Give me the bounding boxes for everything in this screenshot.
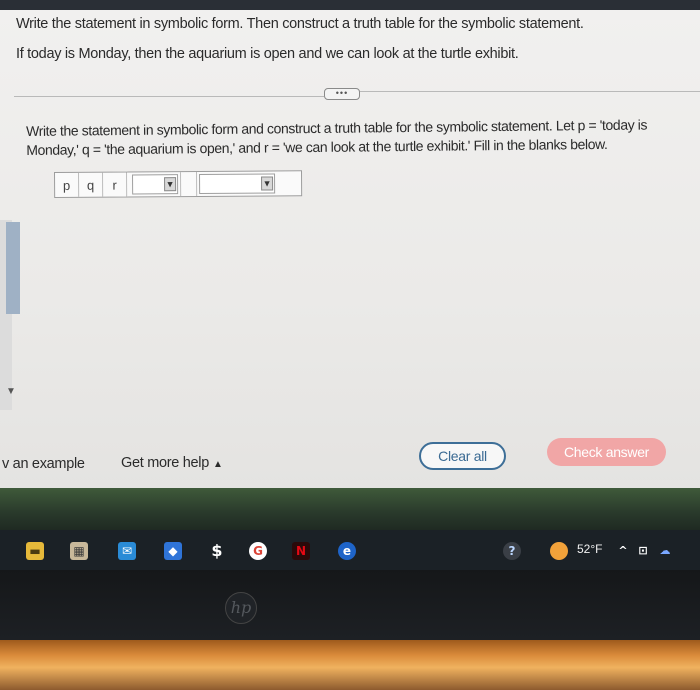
scrollbar-thumb[interactable] xyxy=(6,222,20,314)
column-header-p: p xyxy=(55,172,80,197)
edge-icon[interactable]: e xyxy=(338,542,356,560)
answer-cell: ▼ xyxy=(197,171,277,196)
money-icon[interactable]: $ xyxy=(208,542,226,560)
weather-icon[interactable] xyxy=(550,542,568,560)
temperature-text[interactable]: 52°F xyxy=(577,542,602,556)
column-header-q: q xyxy=(79,172,104,197)
hp-logo: hp xyxy=(225,592,257,624)
assignment-page xyxy=(0,10,700,490)
check-answer-button[interactable]: Check answer xyxy=(547,438,666,466)
dropdown-arrow-icon[interactable]: ▼ xyxy=(164,177,177,192)
dropbox-icon[interactable]: ◆ xyxy=(164,542,182,560)
calendar-icon[interactable]: ▦ xyxy=(70,542,88,560)
view-example-link[interactable]: v an example xyxy=(2,456,85,472)
expand-button[interactable]: ••• xyxy=(324,88,360,100)
divider xyxy=(360,91,700,92)
answer-dropdown[interactable]: ▼ xyxy=(132,174,179,195)
answer-cell xyxy=(181,172,198,197)
question-statement: If today is Monday, then the aquarium is… xyxy=(16,46,519,62)
scroll-down-arrow-icon[interactable]: ▼ xyxy=(6,386,16,397)
netflix-icon[interactable]: N xyxy=(292,542,310,560)
file-explorer-icon[interactable]: ▬ xyxy=(26,542,44,560)
instructions-text: Write the statement in symbolic form and… xyxy=(26,116,648,158)
laptop-bezel xyxy=(0,570,700,640)
question-title: Write the statement in symbolic form. Th… xyxy=(16,16,584,32)
divider xyxy=(14,96,324,97)
laptop-edge xyxy=(0,640,700,690)
clear-all-button[interactable]: Clear all xyxy=(419,442,506,470)
help-icon[interactable]: ? xyxy=(503,542,521,560)
network-icon[interactable]: ⊡ xyxy=(634,542,652,560)
help-label: Get more help xyxy=(121,455,209,471)
mail-icon[interactable]: ✉ xyxy=(118,542,136,560)
google-chrome-icon[interactable]: G xyxy=(249,542,267,560)
answer-dropdown[interactable]: ▼ xyxy=(199,173,276,194)
answer-cell: ▼ xyxy=(127,172,182,197)
cloud-icon[interactable]: ☁ xyxy=(656,542,674,560)
dropdown-arrow-icon[interactable]: ▼ xyxy=(261,176,274,191)
truth-table: p q r ▼ ▼ xyxy=(54,170,303,198)
get-more-help-link[interactable]: Get more help ▲ xyxy=(121,455,223,471)
chevron-up-icon[interactable]: ^ xyxy=(614,542,632,560)
desktop-wallpaper xyxy=(0,488,700,530)
caret-up-icon: ▲ xyxy=(212,459,223,470)
column-header-r: r xyxy=(103,172,128,197)
